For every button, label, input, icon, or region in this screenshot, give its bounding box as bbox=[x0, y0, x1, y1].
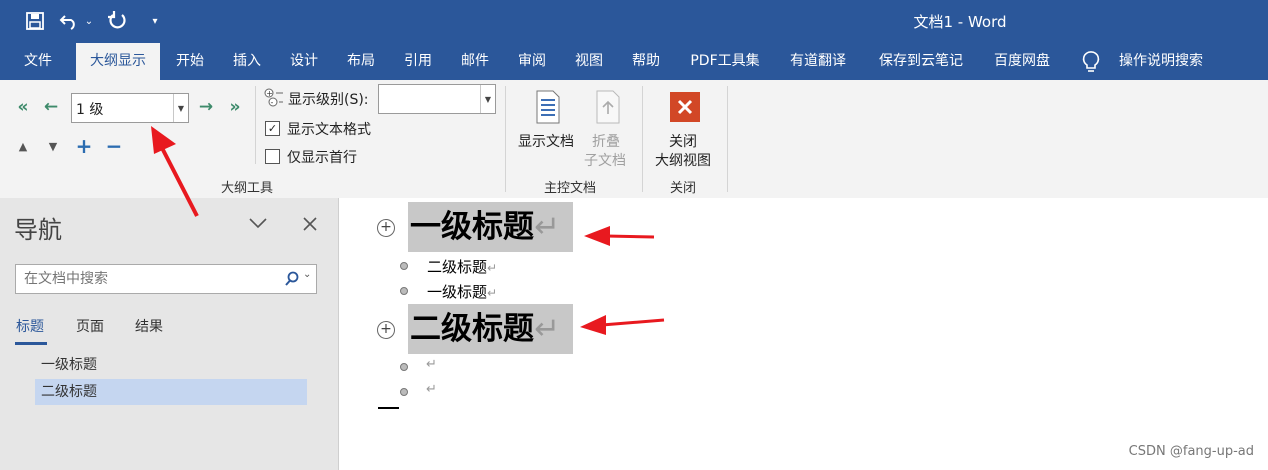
demote-icon[interactable]: → bbox=[195, 96, 217, 118]
title-bar: ⌄ ▾ 文档1 - Word bbox=[0, 0, 1268, 43]
promote-icon[interactable]: ← bbox=[40, 96, 62, 118]
bullet-icon bbox=[400, 363, 408, 371]
close-outline-view-line2[interactable]: 大纲视图 bbox=[655, 150, 711, 170]
collapse-icon[interactable]: − bbox=[104, 134, 124, 158]
bullet-icon bbox=[400, 287, 408, 295]
collapse-subdocuments-line1[interactable]: 折叠 bbox=[592, 131, 620, 151]
expand-icon[interactable]: + bbox=[74, 134, 94, 158]
undo-icon[interactable] bbox=[58, 10, 80, 32]
undo-dropdown-chevron-icon[interactable]: ⌄ bbox=[82, 10, 96, 32]
empty-paragraph-mark: ↵ bbox=[426, 357, 437, 372]
paragraph-mark: ↵ bbox=[534, 209, 560, 245]
chevron-down-icon: ▼ bbox=[480, 85, 495, 113]
tab-pdf-tools[interactable]: PDF工具集 bbox=[680, 43, 770, 80]
nav-tab-pages[interactable]: 页面 bbox=[76, 316, 104, 336]
promote-to-heading1-icon[interactable]: « bbox=[12, 96, 34, 118]
tab-references[interactable]: 引用 bbox=[390, 43, 446, 80]
annotation-arrow-icon bbox=[584, 226, 655, 246]
divider bbox=[642, 86, 643, 192]
nav-heading-item[interactable]: 一级标题 bbox=[35, 352, 307, 378]
nav-tab-headings[interactable]: 标题 bbox=[16, 316, 44, 336]
heading-2[interactable]: 二级标题↵ bbox=[408, 304, 573, 354]
divider bbox=[505, 86, 506, 192]
expand-heading-icon[interactable]: + bbox=[377, 321, 395, 339]
divider bbox=[727, 86, 728, 192]
show-text-format-label: 显示文本格式 bbox=[287, 122, 371, 138]
chevron-down-icon[interactable]: ⌄ bbox=[303, 269, 311, 280]
annotation-arrow-icon bbox=[580, 315, 665, 335]
tell-me-search[interactable]: 操作说明搜索 bbox=[1110, 43, 1212, 80]
svg-text:+: + bbox=[266, 89, 273, 98]
outline-tools-group-label: 大纲工具 bbox=[221, 181, 274, 196]
show-document-icon bbox=[535, 90, 561, 124]
end-of-document-marker bbox=[378, 407, 399, 409]
empty-paragraph-mark: ↵ bbox=[426, 382, 437, 397]
close-outline-view-line1[interactable]: 关闭 bbox=[669, 131, 697, 151]
tab-view[interactable]: 视图 bbox=[561, 43, 617, 80]
master-document-group-label: 主控文档 bbox=[544, 181, 597, 196]
show-level-dropdown[interactable]: ▼ bbox=[378, 84, 496, 114]
tab-layout[interactable]: 布局 bbox=[333, 43, 389, 80]
tab-home[interactable]: 开始 bbox=[162, 43, 218, 80]
lightbulb-icon bbox=[1082, 51, 1102, 73]
annotation-arrow-icon bbox=[151, 126, 199, 217]
expand-heading-icon[interactable]: + bbox=[377, 219, 395, 237]
close-icon[interactable] bbox=[302, 216, 318, 232]
show-level-icon: + - bbox=[264, 88, 284, 108]
save-icon[interactable] bbox=[24, 10, 46, 32]
nav-title: 导航 bbox=[14, 216, 62, 244]
tab-help[interactable]: 帮助 bbox=[618, 43, 674, 80]
heading-1[interactable]: 一级标题↵ bbox=[408, 202, 573, 252]
tab-baidu-netdisk[interactable]: 百度网盘 bbox=[982, 43, 1062, 80]
customize-quick-access-icon[interactable]: ▾ bbox=[144, 10, 166, 32]
tab-mailings[interactable]: 邮件 bbox=[447, 43, 503, 80]
document-canvas[interactable]: + 一级标题↵ 二级标题↵ 一级标题↵ + 二级标题↵ ↵ ↵ CSDN @fa… bbox=[339, 198, 1268, 470]
nav-heading-item-selected[interactable]: 二级标题 bbox=[35, 379, 307, 405]
show-document-button[interactable]: 显示文档 bbox=[518, 131, 574, 151]
tab-review[interactable]: 审阅 bbox=[504, 43, 560, 80]
redo-icon[interactable] bbox=[106, 10, 128, 32]
demote-to-body-icon[interactable]: » bbox=[224, 96, 246, 118]
heading-2-text: 二级标题 bbox=[410, 311, 534, 347]
nav-search-input[interactable] bbox=[22, 268, 276, 290]
watermark: CSDN @fang-up-ad bbox=[1128, 444, 1254, 459]
collapse-subdocuments-icon bbox=[595, 90, 621, 124]
ribbon-tabs: 文件 大纲显示 开始 插入 设计 布局 引用 邮件 审阅 视图 帮助 PDF工具… bbox=[0, 43, 1268, 80]
body-line[interactable]: 一级标题↵ bbox=[427, 281, 497, 302]
nav-search-box[interactable]: ⌄ bbox=[15, 264, 317, 294]
divider bbox=[255, 86, 256, 164]
show-first-line-label: 仅显示首行 bbox=[287, 150, 357, 166]
tab-insert[interactable]: 插入 bbox=[219, 43, 275, 80]
show-text-format-checkbox[interactable]: ✓ bbox=[265, 121, 280, 136]
close-group-label: 关闭 bbox=[670, 181, 697, 196]
collapse-subdocuments-line2[interactable]: 子文档 bbox=[584, 150, 626, 170]
tab-file[interactable]: 文件 bbox=[10, 43, 66, 80]
close-outline-view-icon bbox=[670, 92, 700, 122]
move-down-icon[interactable]: ▼ bbox=[44, 136, 62, 156]
move-up-icon[interactable]: ▲ bbox=[14, 136, 32, 156]
nav-tab-results[interactable]: 结果 bbox=[135, 316, 163, 336]
bullet-icon bbox=[400, 388, 408, 396]
outline-level-value: 1 级 bbox=[76, 102, 104, 118]
tab-design[interactable]: 设计 bbox=[276, 43, 332, 80]
paragraph-mark: ↵ bbox=[534, 311, 560, 347]
tab-save-cloud-notes[interactable]: 保存到云笔记 bbox=[866, 43, 976, 80]
show-level-label: 显示级别(S): bbox=[288, 92, 369, 108]
navigation-pane: 导航 ⌄ 标题 页面 结果 一级标题 二级标题 bbox=[0, 198, 339, 470]
show-first-line-checkbox[interactable] bbox=[265, 149, 280, 164]
tab-outline[interactable]: 大纲显示 bbox=[76, 43, 160, 80]
bullet-icon bbox=[400, 262, 408, 270]
svg-text:-: - bbox=[271, 98, 274, 107]
search-icon[interactable] bbox=[284, 271, 300, 287]
body-line[interactable]: 二级标题↵ bbox=[427, 256, 497, 277]
active-tab-indicator bbox=[15, 342, 47, 345]
chevron-down-icon[interactable] bbox=[248, 216, 268, 232]
tab-youdao-translate[interactable]: 有道翻译 bbox=[778, 43, 858, 80]
heading-1-text: 一级标题 bbox=[410, 209, 534, 245]
window-title: 文档1 - Word bbox=[913, 13, 1007, 31]
